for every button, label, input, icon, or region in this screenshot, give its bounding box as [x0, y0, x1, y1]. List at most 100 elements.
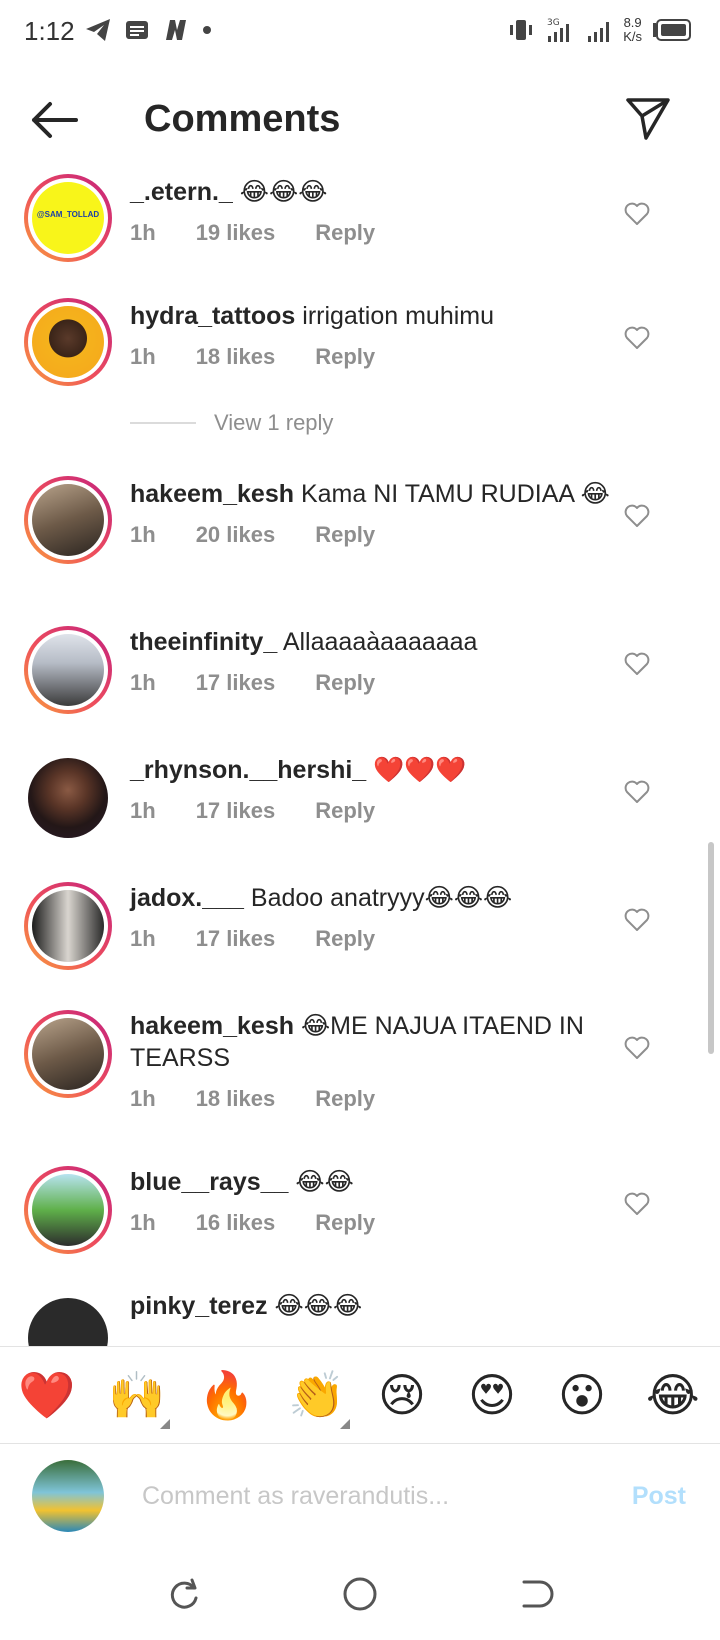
emoji-heart-eyes[interactable]: 😍: [468, 1369, 516, 1421]
reply-button[interactable]: Reply: [315, 1210, 375, 1236]
comment-text: jadox.___ Badoo anatryyy😂😂😂: [130, 882, 630, 914]
comment-username[interactable]: jadox.___: [130, 884, 244, 912]
system-nav-bar: [0, 1552, 720, 1640]
comment-username[interactable]: hakeem_kesh: [130, 1012, 294, 1040]
comment-meta: 1h 18 likes Reply: [130, 344, 630, 370]
heart-icon[interactable]: [624, 1036, 650, 1060]
comment-message: 😂😂😂: [274, 1292, 363, 1320]
home-icon[interactable]: [340, 1574, 380, 1614]
comment-text: hydra_tattoos irrigation muhimu: [130, 300, 630, 332]
avatar[interactable]: [24, 626, 112, 714]
heart-icon[interactable]: [624, 202, 650, 226]
comment-meta: 1h 19 likes Reply: [130, 220, 630, 246]
signal-3g-icon: 3G: [547, 18, 570, 42]
comment-message: 😂😂: [295, 1168, 354, 1196]
emoji-raising-hands[interactable]: 🙌: [108, 1369, 165, 1421]
avatar-label: @SAM_TOLLAD: [36, 210, 100, 219]
comment-likes[interactable]: 18 likes: [196, 344, 276, 370]
avatar[interactable]: [24, 882, 112, 970]
avatar[interactable]: [24, 1166, 112, 1254]
status-time: 1:12: [24, 16, 75, 46]
scrollbar[interactable]: [708, 842, 714, 1054]
avatar[interactable]: [24, 476, 112, 564]
comment-text: pinky_terez 😂😂😂: [130, 1290, 630, 1322]
skin-tone-indicator-icon: [340, 1419, 350, 1429]
comment-likes[interactable]: 16 likes: [196, 1210, 276, 1236]
comment-text: hakeem_kesh 😂ME NAJUA ITAEND IN TEARSS: [130, 1010, 630, 1074]
dot-icon: [203, 26, 211, 34]
comment-meta: 1h 17 likes Reply: [130, 926, 630, 952]
comment-username[interactable]: _rhynson.__hershi_: [130, 756, 366, 784]
heart-icon[interactable]: [624, 908, 650, 932]
emoji-heart[interactable]: ❤️: [18, 1369, 75, 1421]
avatar[interactable]: [24, 1294, 112, 1346]
comment-username[interactable]: hakeem_kesh: [130, 480, 294, 508]
comment-time: 1h: [130, 1210, 156, 1235]
comment-time: 1h: [130, 522, 156, 547]
heart-icon[interactable]: [624, 1192, 650, 1216]
heart-icon[interactable]: [624, 780, 650, 804]
comment-time: 1h: [130, 926, 156, 951]
comment-likes[interactable]: 18 likes: [196, 1086, 276, 1112]
emoji-quick-bar: ❤️ 🙌 🔥 👏 😢 😍 😮 😂: [0, 1346, 720, 1444]
emoji-laughing[interactable]: 😂: [646, 1369, 700, 1421]
reply-button[interactable]: Reply: [315, 670, 375, 696]
header: Comments: [0, 78, 720, 164]
emoji-clapping[interactable]: 👏: [288, 1369, 345, 1421]
share-icon[interactable]: [624, 94, 672, 142]
reply-button[interactable]: Reply: [315, 1086, 375, 1112]
comment-list[interactable]: @SAM_TOLLAD _.etern._ 😂😂😂 1h 19 likes Re…: [0, 170, 720, 1346]
emoji-crying[interactable]: 😢: [378, 1369, 426, 1421]
speed-value: 8.9: [623, 15, 642, 30]
status-system-icons: 3G 8.9 K/s: [507, 16, 692, 44]
comment-input[interactable]: [142, 1472, 582, 1520]
reply-button[interactable]: Reply: [315, 344, 375, 370]
comment-meta: 1h 20 likes Reply: [130, 522, 630, 548]
comment-message: Kama NI TAMU RUDIAA 😂: [300, 480, 610, 508]
comment-username[interactable]: hydra_tattoos: [130, 302, 295, 330]
reply-button[interactable]: Reply: [315, 926, 375, 952]
replies-divider: [130, 422, 196, 424]
avatar[interactable]: [24, 298, 112, 386]
telegram-icon: [86, 19, 110, 41]
comment-message: Badoo anatryyy😂😂😂: [250, 884, 513, 912]
comment-message: irrigation muhimu: [302, 302, 495, 330]
view-replies-label: View 1 reply: [214, 410, 334, 435]
view-replies-button[interactable]: View 1 reply: [130, 410, 333, 436]
emoji-fire[interactable]: 🔥: [198, 1369, 255, 1421]
back-arrow-icon[interactable]: [30, 100, 80, 140]
comment-likes[interactable]: 20 likes: [196, 522, 276, 548]
comment-text: blue__rays__ 😂😂: [130, 1166, 630, 1198]
status-bar: 1:12 3G 8.9 K/s: [0, 0, 720, 66]
avatar[interactable]: @SAM_TOLLAD: [24, 174, 112, 262]
comment-time: 1h: [130, 798, 156, 823]
heart-icon[interactable]: [624, 326, 650, 350]
comment-likes[interactable]: 17 likes: [196, 798, 276, 824]
post-button[interactable]: Post: [632, 1482, 686, 1511]
avatar[interactable]: [24, 754, 112, 842]
comment-username[interactable]: blue__rays__: [130, 1168, 288, 1196]
comment-username[interactable]: theeinfinity_: [130, 628, 277, 656]
comment-time: 1h: [130, 1086, 156, 1111]
heart-icon[interactable]: [624, 504, 650, 528]
comment-likes[interactable]: 17 likes: [196, 670, 276, 696]
comment-likes[interactable]: 17 likes: [196, 926, 276, 952]
reply-button[interactable]: Reply: [315, 522, 375, 548]
emoji-surprised[interactable]: 😮: [558, 1369, 606, 1421]
comment-username[interactable]: _.etern._: [130, 178, 233, 206]
comment-text: theeinfinity_ Allaaaaàaaaaaaa: [130, 626, 630, 658]
comment-likes[interactable]: 19 likes: [196, 220, 276, 246]
comment-time: 1h: [130, 220, 156, 245]
reply-button[interactable]: Reply: [315, 220, 375, 246]
battery-icon: [653, 19, 691, 41]
back-nav-icon[interactable]: [516, 1574, 556, 1614]
comment-username[interactable]: pinky_terez: [130, 1292, 268, 1320]
comment-meta: 1h 18 likes Reply: [130, 1086, 630, 1112]
reply-button[interactable]: Reply: [315, 798, 375, 824]
heart-icon[interactable]: [624, 652, 650, 676]
comment-message: Allaaaaàaaaaaaa: [282, 628, 478, 656]
comment-message: ❤️❤️❤️: [373, 756, 467, 784]
avatar[interactable]: [24, 1010, 112, 1098]
comment-meta: 1h 16 likes Reply: [130, 1210, 630, 1236]
recent-apps-icon[interactable]: [164, 1574, 204, 1614]
